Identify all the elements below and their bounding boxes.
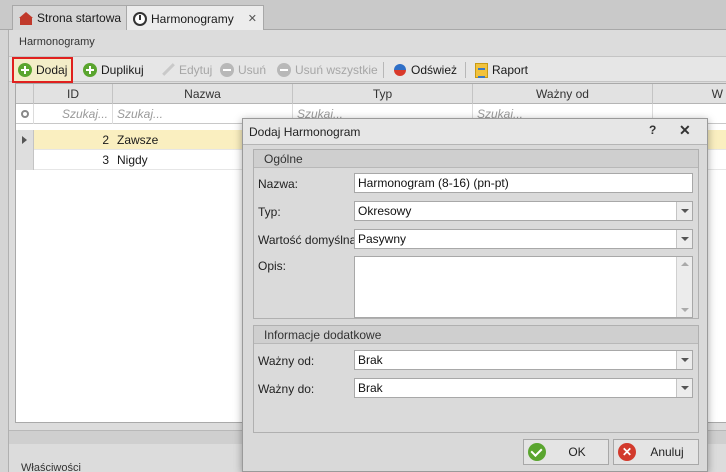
cell-id: 2	[102, 133, 109, 147]
filter-row-indicator	[16, 104, 34, 124]
delete-all-button-label: Usuń wszystkie	[295, 63, 378, 77]
default-value-select[interactable]: Pasywny	[354, 229, 693, 249]
column-header-valid-from[interactable]: Ważny od	[473, 84, 653, 104]
cancel-button[interactable]: ✕ Anuluj	[613, 439, 699, 465]
row-indicator	[16, 130, 34, 150]
additional-info-group: Informacje dodatkowe Ważny od: Brak Ważn…	[253, 325, 699, 433]
help-icon[interactable]: ?	[649, 123, 656, 137]
name-label: Nazwa:	[258, 177, 299, 191]
column-header-valid-to[interactable]: W	[653, 84, 726, 104]
minus-icon	[277, 63, 291, 77]
valid-from-label: Ważny od:	[258, 354, 315, 368]
chevron-down-icon[interactable]	[676, 202, 692, 220]
grid-header: ID Nazwa Typ Ważny od W	[16, 84, 726, 104]
description-label: Opis:	[258, 259, 287, 273]
cell-id: 3	[102, 153, 109, 167]
add-schedule-dialog: Dodaj Harmonogram ? ✕ Ogólne Nazwa: Harm…	[242, 118, 708, 472]
row-indicator-header	[16, 84, 34, 104]
pencil-icon	[161, 63, 175, 77]
tab-home[interactable]: Strona startowa	[12, 5, 129, 30]
edit-button[interactable]: Edytuj	[157, 59, 216, 81]
close-icon[interactable]: ✕	[679, 122, 691, 139]
row-indicator	[16, 150, 34, 170]
toolbar: Dodaj Duplikuj Edytuj Usuń Usuń wszystki…	[9, 56, 726, 83]
dialog-title: Dodaj Harmonogram	[249, 125, 361, 139]
tab-schedules[interactable]: Harmonogramy ✕	[126, 5, 264, 31]
refresh-button-label: Odśwież	[411, 63, 458, 77]
toolbar-separator	[465, 62, 466, 78]
column-header-id[interactable]: ID	[34, 84, 113, 104]
additional-info-header: Informacje dodatkowe	[254, 326, 698, 344]
plus-icon	[18, 63, 32, 77]
duplicate-button[interactable]: Duplikuj	[79, 59, 148, 81]
description-textarea[interactable]	[354, 256, 693, 318]
tab-home-label: Strona startowa	[37, 11, 122, 25]
valid-from-select-value: Brak	[358, 353, 383, 367]
valid-from-select[interactable]: Brak	[354, 350, 693, 370]
delete-all-button[interactable]: Usuń wszystkie	[273, 59, 382, 81]
name-field[interactable]: Harmonogram (8-16) (pn-pt)	[354, 173, 693, 193]
close-icon[interactable]: ✕	[248, 12, 257, 25]
ok-button[interactable]: OK	[523, 439, 609, 465]
clock-icon	[133, 11, 147, 26]
chevron-down-icon[interactable]	[676, 230, 692, 248]
valid-to-select-value: Brak	[358, 381, 383, 395]
refresh-icon	[393, 63, 407, 77]
minus-icon	[220, 63, 234, 77]
home-icon	[19, 11, 33, 25]
chevron-down-icon[interactable]	[676, 379, 692, 397]
column-header-name[interactable]: Nazwa	[113, 84, 293, 104]
general-group: Ogólne Nazwa: Harmonogram (8-16) (pn-pt)…	[253, 149, 699, 319]
search-icon	[21, 110, 29, 118]
valid-to-select[interactable]: Brak	[354, 378, 693, 398]
check-icon	[528, 443, 546, 461]
panel-title: Harmonogramy	[19, 36, 95, 48]
scrollbar[interactable]	[676, 257, 692, 317]
plus-icon	[83, 63, 97, 77]
tab-bar: Strona startowa Harmonogramy ✕	[0, 0, 726, 31]
report-button-label: Raport	[492, 63, 529, 77]
default-value-label: Wartość domyślna:	[258, 233, 360, 247]
default-value-select-value: Pasywny	[358, 232, 407, 246]
cancel-icon: ✕	[618, 443, 636, 461]
ok-button-label: OK	[568, 445, 586, 459]
cancel-button-label: Anuluj	[650, 445, 684, 459]
toolbar-separator	[383, 62, 384, 78]
general-group-header: Ogólne	[254, 150, 698, 168]
valid-to-label: Ważny do:	[258, 382, 315, 396]
tab-schedules-label: Harmonogramy	[151, 11, 234, 26]
refresh-button[interactable]: Odśwież	[389, 59, 461, 81]
report-button[interactable]: Raport	[471, 59, 532, 81]
properties-label: Właściwości	[21, 462, 81, 472]
type-label: Typ:	[258, 205, 281, 219]
type-select[interactable]: Okresowy	[354, 201, 693, 221]
delete-button-label: Usuń	[238, 63, 267, 77]
add-button[interactable]: Dodaj	[12, 57, 74, 83]
filter-input-id[interactable]: Szukaj...	[34, 104, 113, 124]
type-select-value: Okresowy	[358, 204, 412, 218]
add-button-label: Dodaj	[36, 63, 68, 77]
dialog-title-bar: Dodaj Harmonogram ? ✕	[243, 119, 707, 145]
chevron-down-icon[interactable]	[676, 351, 692, 369]
duplicate-button-label: Duplikuj	[101, 63, 144, 77]
column-header-type[interactable]: Typ	[293, 84, 473, 104]
edit-button-label: Edytuj	[179, 63, 213, 77]
report-icon	[475, 62, 488, 78]
delete-button[interactable]: Usuń	[216, 59, 270, 81]
